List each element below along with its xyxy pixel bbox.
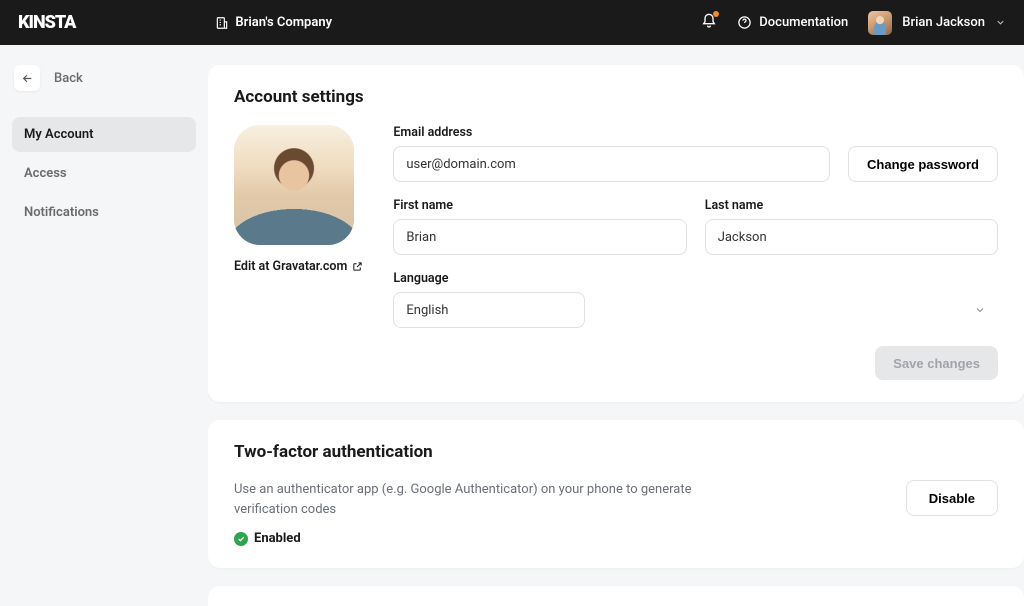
two-factor-title: Two-factor authentication	[234, 442, 998, 462]
language-select[interactable]	[393, 292, 585, 328]
company-selector[interactable]: Brian's Company	[215, 15, 332, 30]
top-header: KINSTA Brian's Company Documentation Bri…	[0, 0, 1024, 45]
chevron-down-icon	[995, 17, 1006, 28]
change-password-button[interactable]: Change password	[848, 146, 998, 182]
check-circle-icon	[234, 532, 248, 546]
account-settings-card: Account settings Edit at Gravatar.com Em	[208, 65, 1024, 402]
profile-avatar	[234, 125, 354, 245]
save-changes-button[interactable]: Save changes	[875, 346, 998, 380]
company-name: Brian's Company	[235, 15, 332, 30]
last-name-field[interactable]	[705, 219, 998, 255]
back-label: Back	[54, 71, 83, 86]
sidebar-item-notifications[interactable]: Notifications	[12, 195, 196, 230]
page-title: Account settings	[234, 87, 998, 107]
ssh-keys-card: SSH keys	[208, 586, 1024, 606]
user-menu[interactable]: Brian Jackson	[868, 11, 1006, 35]
first-name-label: First name	[393, 198, 686, 213]
two-factor-disable-button[interactable]: Disable	[906, 480, 998, 516]
main-content: Account settings Edit at Gravatar.com Em	[208, 45, 1024, 606]
logo: KINSTA	[18, 12, 75, 33]
arrow-left-icon	[21, 72, 34, 85]
first-name-field[interactable]	[393, 219, 686, 255]
sidebar-item-my-account[interactable]: My Account	[12, 117, 196, 152]
user-name: Brian Jackson	[902, 15, 985, 30]
last-name-label: Last name	[705, 198, 998, 213]
two-factor-card: Two-factor authentication Use an authent…	[208, 420, 1024, 568]
building-icon	[215, 16, 229, 30]
language-label: Language	[393, 271, 998, 286]
email-label: Email address	[393, 125, 830, 140]
avatar	[868, 11, 892, 35]
two-factor-status: Enabled	[234, 531, 714, 546]
chevron-down-icon	[974, 304, 986, 316]
sidebar-item-access[interactable]: Access	[12, 156, 196, 191]
documentation-link[interactable]: Documentation	[737, 15, 848, 30]
notifications-button[interactable]	[701, 13, 717, 33]
email-field[interactable]	[393, 146, 830, 182]
gravatar-link[interactable]: Edit at Gravatar.com	[234, 259, 363, 274]
notification-dot-icon	[713, 11, 719, 17]
two-factor-description: Use an authenticator app (e.g. Google Au…	[234, 480, 714, 519]
sidebar: Back My Account Access Notifications	[0, 45, 208, 606]
back-button[interactable]	[14, 65, 40, 91]
help-icon	[737, 15, 752, 30]
external-link-icon	[352, 261, 363, 272]
